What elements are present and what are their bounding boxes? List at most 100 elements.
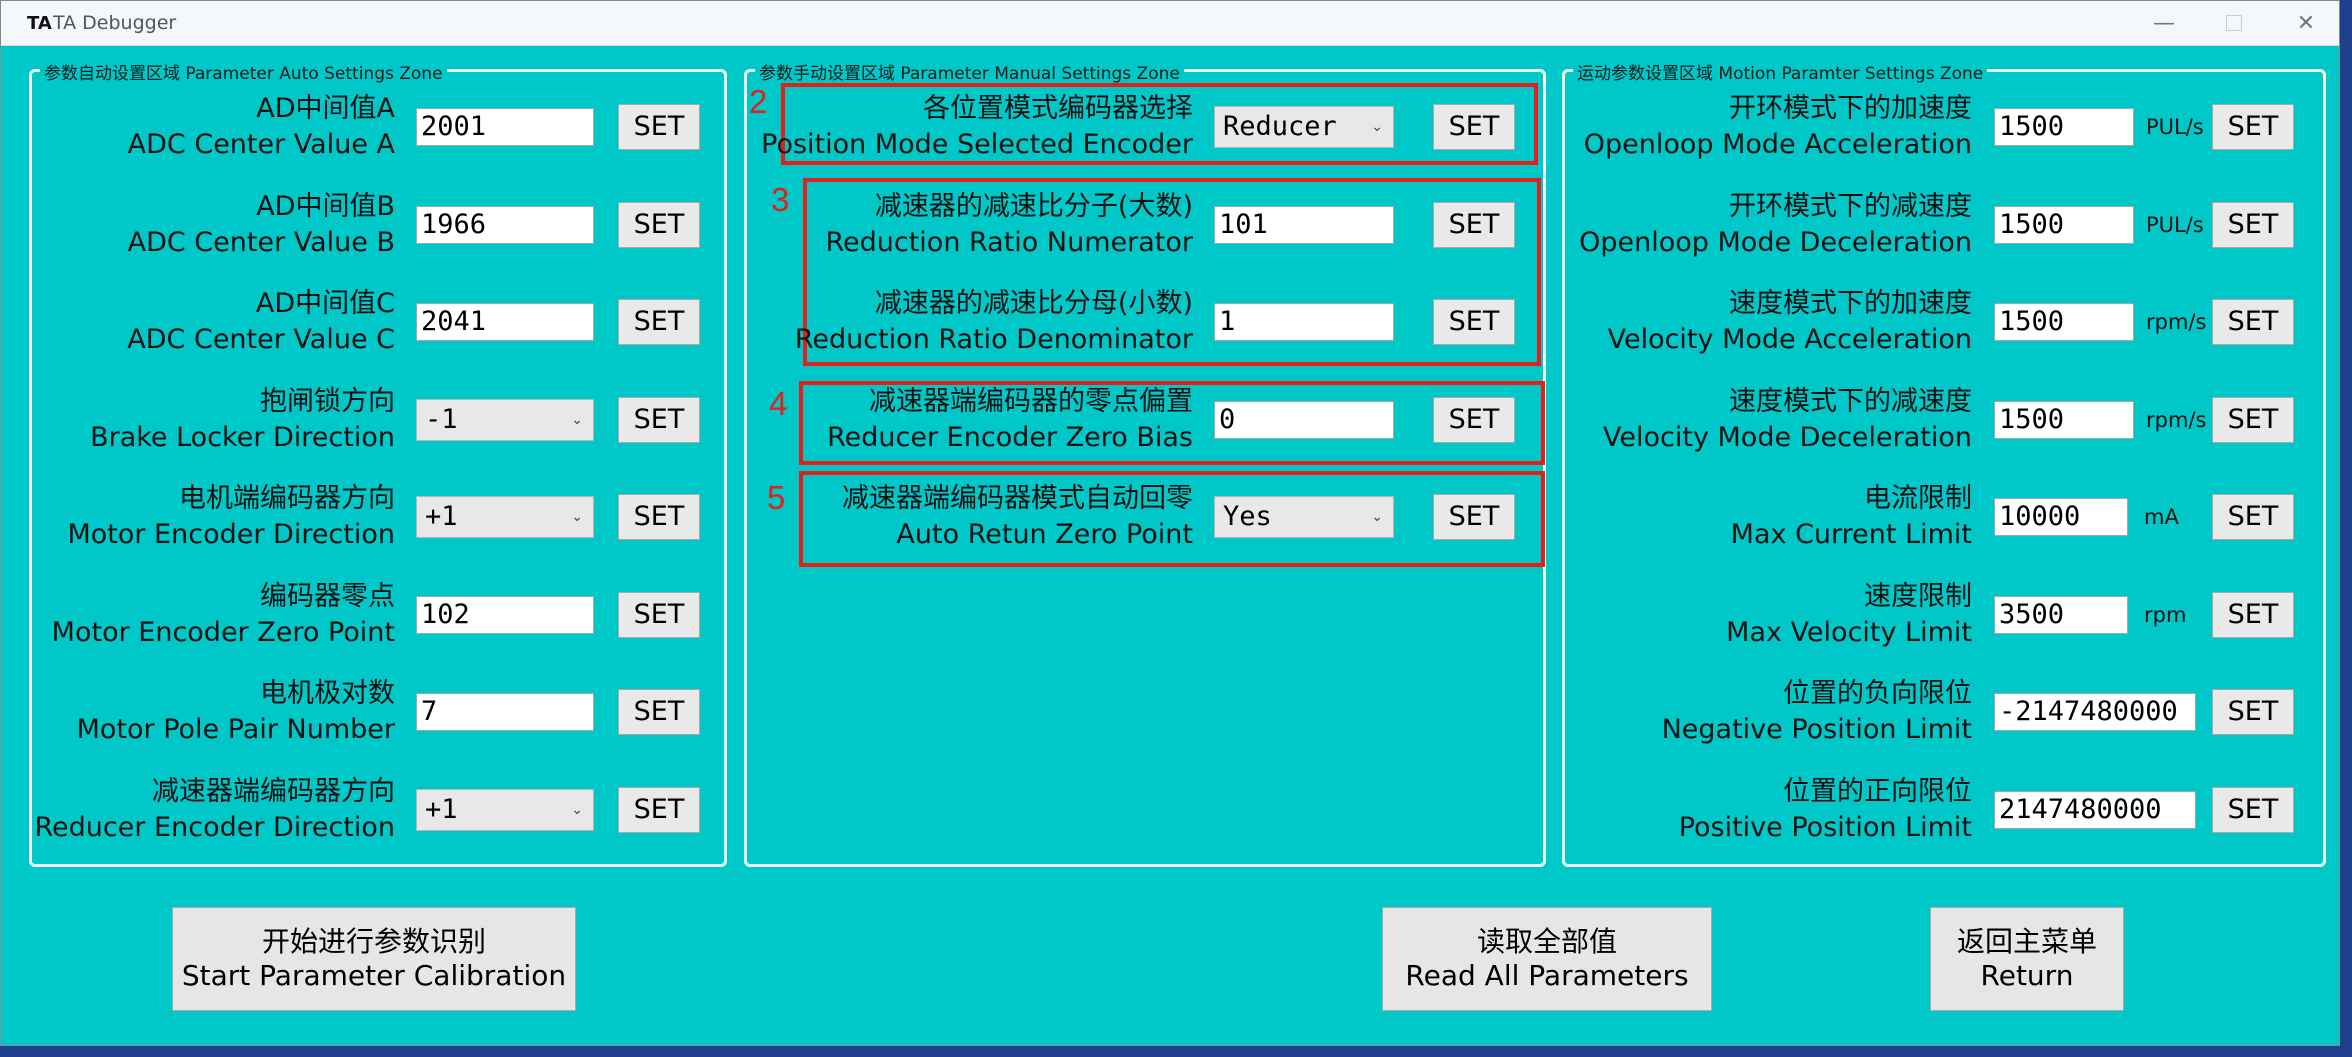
param-input[interactable]: 101 (1214, 205, 1394, 244)
set-button[interactable]: SET (618, 786, 700, 833)
param-label: 减速器端编码器的零点偏置 Reducer Encoder Zero Bias (827, 384, 1193, 456)
title-bar: TA TA Debugger — ✕ (1, 1, 2339, 46)
set-button[interactable]: SET (2212, 396, 2294, 443)
label-zh: 电机端编码器方向 (179, 483, 395, 514)
param-select[interactable]: Reducer ⌄ (1214, 106, 1394, 148)
set-button[interactable]: SET (2212, 299, 2294, 345)
zone-title: 参数手动设置区域 Parameter Manual Settings Zone (755, 59, 1184, 84)
param-label: 减速器端编码器模式自动回零 Auto Retun Zero Point (842, 481, 1193, 553)
set-button[interactable]: SET (2212, 494, 2294, 540)
label-en: Auto Retun Zero Point (896, 519, 1193, 550)
read-all-button[interactable]: 读取全部值 Read All Parameters (1382, 907, 1712, 1011)
param-label: 减速器的减速比分子(大数) Reduction Ratio Numerator (825, 189, 1193, 261)
param-label: 编码器零点 Motor Encoder Zero Point (52, 579, 395, 651)
label-en: Openloop Mode Acceleration (1583, 129, 1972, 160)
param-input[interactable]: 102 (416, 595, 594, 634)
label-en: Openloop Mode Deceleration (1579, 226, 1972, 258)
param-input[interactable]: 1500 (1994, 108, 2134, 146)
label-en: Negative Position Limit (1661, 714, 1972, 745)
set-button[interactable]: SET (1433, 396, 1515, 443)
label-zh: 减速器端编码器模式自动回零 (842, 483, 1193, 514)
set-button[interactable]: SET (1433, 494, 1515, 540)
set-button[interactable]: SET (1433, 104, 1515, 150)
annotation-number-3: 3 (771, 181, 790, 218)
param-label: AD中间值A ADC Center Value A (128, 91, 395, 163)
set-button[interactable]: SET (1433, 201, 1515, 248)
param-input[interactable]: 1500 (1994, 205, 2134, 244)
set-button[interactable]: SET (618, 591, 700, 638)
set-button[interactable]: SET (618, 201, 700, 248)
start-calibration-button[interactable]: 开始进行参数识别 Start Parameter Calibration (172, 907, 576, 1011)
annotation-number-5: 5 (767, 479, 786, 516)
set-button[interactable]: SET (2212, 104, 2294, 150)
chevron-down-icon: ⌄ (1371, 509, 1383, 525)
maximize-icon (2226, 15, 2242, 31)
set-button[interactable]: SET (618, 396, 700, 443)
param-input[interactable]: 2001 (416, 108, 594, 146)
maximize-button[interactable] (2201, 1, 2267, 45)
param-input[interactable]: 2041 (416, 303, 594, 341)
set-button[interactable]: SET (618, 104, 700, 150)
minimize-icon: — (2153, 10, 2175, 36)
param-select[interactable]: -1 ⌄ (416, 398, 594, 441)
label-zh: 减速器的减速比分子(大数) (874, 190, 1193, 222)
param-input[interactable]: 2147480000 (1994, 790, 2196, 829)
label-en: ADC Center Value A (127, 129, 395, 160)
unit-label: rpm/s (2146, 310, 2207, 334)
label-en: Velocity Mode Acceleration (1607, 324, 1972, 355)
set-button[interactable]: SET (2212, 591, 2294, 638)
set-button[interactable]: SET (618, 689, 700, 735)
select-value: +1 (425, 793, 458, 825)
param-select[interactable]: Yes ⌄ (1214, 496, 1394, 538)
label-en: Motor Encoder Direction (67, 519, 395, 550)
close-button[interactable]: ✕ (2273, 1, 2339, 45)
param-input[interactable]: 0 (1214, 400, 1394, 439)
label-zh: 速度模式下的加速度 (1729, 288, 1972, 319)
minimize-button[interactable]: — (2131, 1, 2197, 45)
set-button[interactable]: SET (2212, 689, 2294, 735)
unit-label: PUL/s (2146, 212, 2204, 237)
unit-label: rpm (2144, 602, 2187, 627)
return-button[interactable]: 返回主菜单 Return (1930, 907, 2124, 1011)
param-input[interactable]: -2147480000 (1994, 693, 2196, 731)
param-input[interactable]: 7 (416, 693, 594, 731)
label-zh: 速度限制 (1864, 580, 1972, 612)
set-button[interactable]: SET (618, 299, 700, 345)
label-zh: 位置的正向限位 (1783, 775, 1972, 807)
label-en: ADC Center Value B (127, 226, 395, 258)
set-button[interactable]: SET (1433, 299, 1515, 345)
label-en: ADC Center Value C (127, 324, 395, 355)
param-input[interactable]: 1500 (1994, 400, 2134, 439)
unit-label: rpm/s (2146, 407, 2207, 432)
param-select[interactable]: +1 ⌄ (416, 496, 594, 538)
param-label: 速度模式下的加速度 Velocity Mode Acceleration (1608, 286, 1972, 358)
param-label: 位置的正向限位 Positive Position Limit (1679, 774, 1972, 846)
annotation-number-4: 4 (769, 385, 788, 422)
label-en: Max Current Limit (1730, 519, 1972, 550)
param-label: 速度限制 Max Velocity Limit (1726, 579, 1972, 651)
window-title: TA Debugger (53, 12, 177, 34)
select-value: +1 (425, 501, 458, 532)
label-zh: 开环模式下的减速度 (1729, 190, 1972, 222)
param-input[interactable]: 1500 (1994, 303, 2134, 341)
set-button[interactable]: SET (2212, 786, 2294, 833)
label-zh: 各位置模式编码器选择 (923, 93, 1193, 124)
param-input[interactable]: 1 (1214, 303, 1394, 341)
select-value: Yes (1223, 501, 1272, 532)
set-button[interactable]: SET (2212, 201, 2294, 248)
param-input[interactable]: 1966 (416, 205, 594, 244)
label-zh: AD中间值B (256, 190, 395, 222)
close-icon: ✕ (2296, 10, 2316, 36)
label-zh: 减速器端编码器方向 (152, 775, 395, 807)
param-select[interactable]: +1 ⌄ (416, 788, 594, 831)
param-input[interactable]: 10000 (1994, 498, 2128, 536)
label-en: Reduction Ratio Numerator (825, 226, 1193, 258)
param-label: 减速器的减速比分母(小数) Reduction Ratio Denominator (795, 286, 1193, 358)
zone-title: 参数自动设置区域 Parameter Auto Settings Zone (40, 59, 447, 84)
chevron-down-icon: ⌄ (571, 509, 583, 525)
set-button[interactable]: SET (618, 494, 700, 540)
param-input[interactable]: 3500 (1994, 595, 2128, 634)
label-en: Motor Pole Pair Number (76, 714, 395, 745)
unit-label: mA (2144, 505, 2179, 529)
param-label: 电机端编码器方向 Motor Encoder Direction (67, 481, 395, 553)
